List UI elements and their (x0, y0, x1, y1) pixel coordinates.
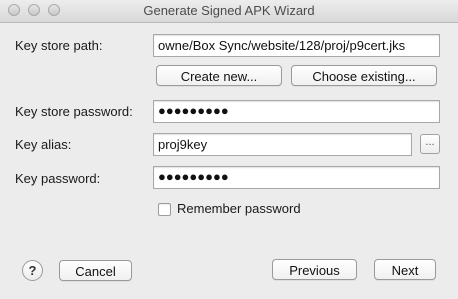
key-alias-value: proj9key (158, 137, 208, 152)
title-bar: Generate Signed APK Wizard (0, 0, 458, 23)
cancel-button[interactable]: Cancel (59, 260, 132, 281)
window-title: Generate Signed APK Wizard (143, 3, 315, 18)
key-store-path-label: Key store path: (15, 38, 103, 53)
key-alias-browse-button[interactable]: ... (420, 134, 440, 154)
remember-password-label[interactable]: Remember password (177, 201, 301, 216)
generate-signed-apk-dialog: Generate Signed APK Wizard Key store pat… (0, 0, 458, 299)
key-store-path-field[interactable]: owne/Box Sync/website/128/proj/p9cert.jk… (153, 34, 440, 57)
key-store-password-label: Key store password: (15, 104, 133, 119)
key-store-path-value: owne/Box Sync/website/128/proj/p9cert.jk… (158, 38, 406, 53)
choose-existing-button[interactable]: Choose existing... (291, 65, 437, 86)
next-button[interactable]: Next (374, 259, 436, 280)
key-alias-field[interactable]: proj9key (153, 133, 412, 156)
create-new-button[interactable]: Create new... (156, 65, 282, 86)
help-button[interactable]: ? (22, 260, 43, 281)
key-store-password-field[interactable]: ●●●●●●●●● (153, 100, 440, 123)
key-password-field[interactable]: ●●●●●●●●● (153, 166, 440, 189)
previous-button[interactable]: Previous (272, 259, 357, 280)
remember-password-checkbox[interactable] (158, 203, 171, 216)
key-password-label: Key password: (15, 171, 101, 186)
key-alias-label: Key alias: (15, 137, 72, 152)
